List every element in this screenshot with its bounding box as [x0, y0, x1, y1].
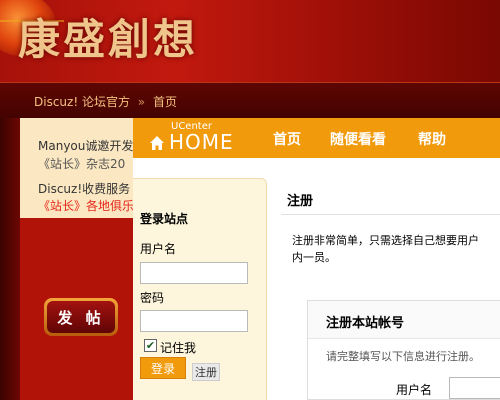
site-banner: 康盛創想: [0, 0, 500, 82]
breadcrumb-separator: »: [137, 95, 146, 109]
breadcrumb-home-link[interactable]: 首页: [153, 95, 177, 109]
register-form-title: 注册本站帐号: [326, 316, 405, 331]
register-main: 注册 注册非常简单，只需选择自己想要用户 内一员。 注册本站帐号 请完整填写以下…: [133, 118, 500, 400]
register-form-hint: 请完整填写以下信息进行注册。: [326, 350, 480, 363]
announcement-item[interactable]: Discuz!收费服务: [38, 180, 130, 197]
site-left-border: [0, 118, 20, 400]
new-post-button[interactable]: 发 帖: [44, 298, 118, 336]
site-nav-bar: Discuz! 论坛官方 » 首页: [0, 82, 500, 118]
register-form-box: 注册本站帐号 请完整填写以下信息进行注册。 用户名: [307, 300, 500, 400]
register-intro-line2: 内一员。: [292, 251, 336, 264]
register-intro: 注册非常简单，只需选择自己想要用户 内一员。: [292, 232, 500, 268]
title-divider: [281, 214, 500, 215]
announcement-item[interactable]: 《站长》各地俱乐: [38, 197, 134, 214]
register-username-label: 用户名: [396, 383, 433, 397]
register-title: 注册: [287, 194, 314, 209]
register-username-input[interactable]: [449, 377, 500, 399]
breadcrumb: Discuz! 论坛官方 » 首页: [34, 93, 177, 110]
breadcrumb-forum-link[interactable]: Discuz! 论坛官方: [34, 95, 130, 109]
register-intro-line1: 注册非常简单，只需选择自己想要用户: [292, 234, 479, 247]
register-form-header: 注册本站帐号: [308, 301, 500, 339]
announcement-item[interactable]: 《站长》杂志20: [38, 155, 125, 172]
new-post-button-label: 发 帖: [47, 301, 115, 333]
announcement-item[interactable]: Manyou诚邀开发: [38, 137, 133, 154]
site-logo: 康盛創想: [18, 15, 199, 64]
